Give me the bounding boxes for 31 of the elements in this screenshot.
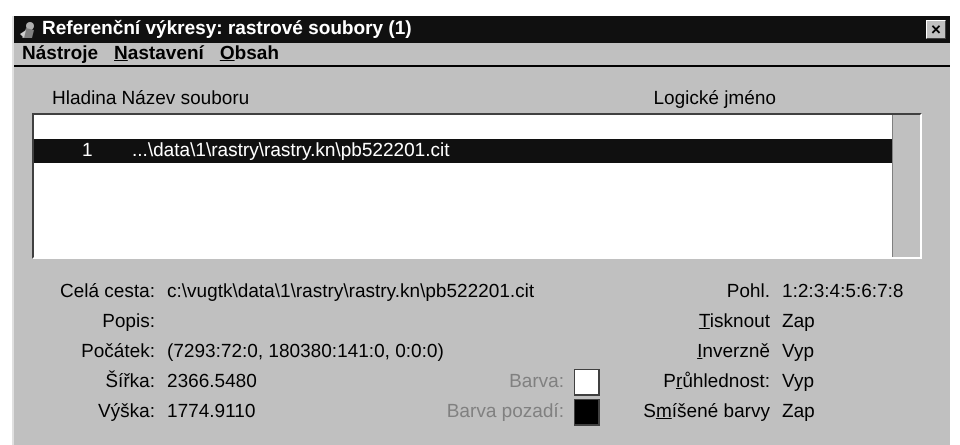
option-value: Vyp [782,370,814,394]
option-label: Tisknout [698,310,770,334]
option-value: Vyp [782,340,814,364]
option-value: 1:2:3:4:5:6:7:8 [782,280,904,304]
option-label: Pohl. [726,280,770,304]
menu-item[interactable]: Nastavení [114,40,204,68]
field-label: Celá cesta: [58,280,155,304]
field-label: Šířka: [104,369,155,394]
column-header: Hladina [52,86,116,111]
option-value: Zap [782,400,815,424]
column-header: Logické jméno [653,86,776,111]
menu-item[interactable]: Obsah [220,40,279,68]
field-value: c:\vugtk\data\1\rastry\rastry.kn\pb522201.cit [167,280,534,304]
option-label: Inverzně [696,340,770,364]
file-row[interactable]: 1 ...\data\1\rastry\rastry.kn\pb522201.cit [34,139,892,163]
option-label: Smíšené barvy [642,400,770,424]
field-label: Výška: [96,400,155,424]
close-button[interactable]: × [926,20,946,39]
field-value: 1774.9110 [167,400,256,424]
scrollbar[interactable] [892,115,920,257]
menu-item[interactable]: Nástroje [22,40,98,68]
field-value: (7293:72:0, 180380:141:0, 0:0:0) [167,340,444,364]
column-header: Název souboru [121,86,250,111]
option-label: Průhlednost: [662,370,770,394]
field-label: Popis: [101,310,155,334]
color-label: Barva: [509,370,564,394]
window-title: Referenční výkresy: rastrové soubory (1) [42,17,413,42]
field-label: Počátek: [80,340,155,364]
field-value: 2366.5480 [167,370,257,394]
option-value: Zap [782,310,815,334]
color-label: Barva pozadí: [446,400,564,424]
